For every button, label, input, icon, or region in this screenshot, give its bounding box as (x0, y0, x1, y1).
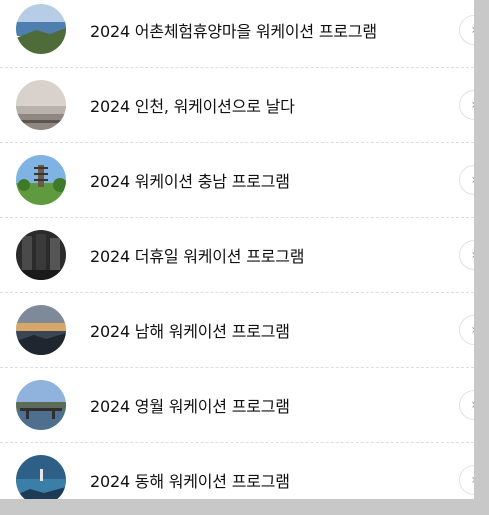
chevron-right-icon[interactable]: › (459, 390, 474, 420)
program-list: 2024 어촌체험휴양마을 워케이션 프로그램 › 2024 인천, 워케이션으… (0, 0, 474, 499)
list-item[interactable]: 2024 동해 워케이션 프로그램 › (0, 443, 474, 499)
list-item[interactable]: 2024 남해 워케이션 프로그램 › (0, 293, 474, 368)
river-bridge-thumbnail (16, 380, 66, 430)
item-title: 2024 워케이션 충남 프로그램 (90, 172, 290, 191)
item-title: 2024 남해 워케이션 프로그램 (90, 322, 290, 341)
chevron-right-icon[interactable]: › (459, 90, 474, 120)
list-item[interactable]: 2024 어촌체험휴양마을 워케이션 프로그램 › (0, 0, 474, 68)
chevron-right-icon[interactable]: › (459, 165, 474, 195)
coast-landscape-thumbnail (16, 4, 66, 54)
item-title: 2024 더휴일 워케이션 프로그램 (90, 247, 305, 266)
list-item[interactable]: 2024 워케이션 충남 프로그램 › (0, 143, 474, 218)
sunset-sea-thumbnail (16, 305, 66, 355)
chevron-right-icon[interactable]: › (459, 315, 474, 345)
chevron-right-icon[interactable]: › (459, 240, 474, 270)
dark-interior-thumbnail (16, 230, 66, 280)
item-title: 2024 영월 워케이션 프로그램 (90, 397, 290, 416)
item-title: 2024 동해 워케이션 프로그램 (90, 472, 290, 491)
pagoda-garden-thumbnail (16, 155, 66, 205)
blue-coast-thumbnail (16, 455, 66, 499)
list-item[interactable]: 2024 인천, 워케이션으로 날다 › (0, 68, 474, 143)
misty-beach-thumbnail (16, 80, 66, 130)
item-title: 2024 인천, 워케이션으로 날다 (90, 97, 295, 116)
list-item[interactable]: 2024 더휴일 워케이션 프로그램 › (0, 218, 474, 293)
list-item[interactable]: 2024 영월 워케이션 프로그램 › (0, 368, 474, 443)
chevron-right-icon[interactable]: › (459, 465, 474, 495)
item-title: 2024 어촌체험휴양마을 워케이션 프로그램 (90, 22, 377, 41)
chevron-right-icon[interactable]: › (459, 15, 474, 45)
program-list-panel: 2024 어촌체험휴양마을 워케이션 프로그램 › 2024 인천, 워케이션으… (0, 0, 474, 499)
